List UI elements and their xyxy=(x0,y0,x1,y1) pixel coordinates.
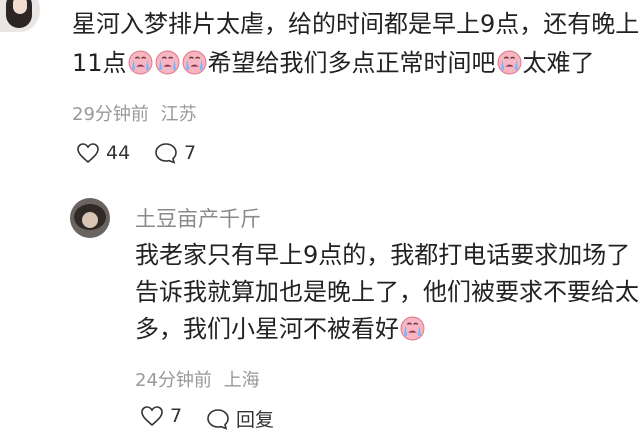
reply-like-button[interactable]: 7 xyxy=(140,405,182,427)
reply-meta: 24分钟前 上海 xyxy=(135,366,260,392)
commenter-avatar[interactable] xyxy=(0,0,40,32)
reply-count-button[interactable]: 7 xyxy=(154,142,196,164)
heart-icon xyxy=(77,143,99,164)
reply-text-line-1: 我老家只有早上9点的，我都打电话要求加场了 xyxy=(135,241,631,269)
reply-label: 回复 xyxy=(236,409,275,431)
comment-time: 29分钟前 xyxy=(72,104,149,125)
crying-face-icon xyxy=(497,50,522,75)
reply-count: 7 xyxy=(184,142,197,164)
reply-avatar[interactable] xyxy=(70,198,110,238)
comment-text-line-2: 11点 希望给我们多点正常时间吧 太难了 xyxy=(72,46,595,81)
reply-time: 24分钟前 xyxy=(135,370,212,391)
crying-face-icon xyxy=(182,50,207,75)
reply-text-line-2: 告诉我就算加也是晚上了，他们被要求不要给太 xyxy=(135,278,639,306)
reply-text-line-3: 多，我们小星河不被看好 xyxy=(135,312,426,347)
comment-location: 江苏 xyxy=(160,104,197,125)
reply-username[interactable]: 土豆亩产千斤 xyxy=(135,203,261,233)
avatar-face xyxy=(82,212,98,228)
crying-face-icon xyxy=(128,50,153,75)
reply-button[interactable]: 回复 xyxy=(206,405,274,432)
crying-face-icon xyxy=(155,50,180,75)
heart-icon xyxy=(141,406,163,427)
reply-like-count: 7 xyxy=(170,405,183,427)
crying-face-icon xyxy=(400,316,425,341)
comment-meta: 29分钟前 江苏 xyxy=(72,100,197,126)
comment-bubble-icon xyxy=(155,143,177,164)
comment-text-line-1: 星河入梦排片太虐，给的时间都是早上9点，还有晚上 xyxy=(72,10,640,38)
comment-bubble-icon xyxy=(207,408,229,430)
comment-text-suffix: 太难了 xyxy=(522,49,595,77)
comment-text-prefix: 11点 xyxy=(72,49,127,77)
reply-location: 上海 xyxy=(223,370,260,391)
like-button[interactable]: 44 xyxy=(76,142,130,164)
reply-text-content: 多，我们小星河不被看好 xyxy=(135,315,399,343)
comment-text-middle: 希望给我们多点正常时间吧 xyxy=(207,49,496,77)
avatar-face xyxy=(13,0,27,14)
like-count: 44 xyxy=(106,142,131,164)
